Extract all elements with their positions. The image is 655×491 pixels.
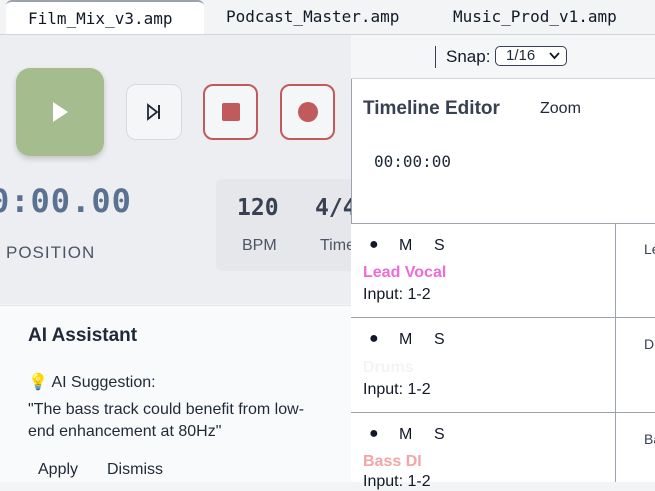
snap-label: Snap:: [446, 47, 491, 66]
timecode-display: 00:00:00: [374, 152, 452, 171]
apply-button[interactable]: Apply: [38, 461, 78, 479]
tab-film-mix[interactable]: Film_Mix_v3.amp: [6, 0, 204, 34]
snap-select-value: 1/16: [506, 47, 536, 64]
time-display: 0:00.00: [0, 182, 132, 220]
arm-button[interactable]: ●: [369, 330, 379, 348]
tab-label: Film_Mix_v3.amp: [28, 9, 173, 28]
track-lane-label: Ba: [644, 431, 655, 447]
solo-button[interactable]: S: [434, 331, 445, 349]
ai-suggestion-text-line1: "The bass track could benefit from low-: [28, 401, 305, 418]
track-name[interactable]: Drums: [363, 359, 414, 377]
bpm-value[interactable]: 120: [237, 195, 279, 221]
mute-button[interactable]: M: [399, 426, 412, 444]
track-input: Input: 1-2: [363, 473, 431, 490]
track-lane[interactable]: Le: [615, 223, 655, 318]
arm-button[interactable]: ●: [369, 425, 379, 443]
position-label: POSITION: [6, 243, 96, 262]
record-icon: [297, 102, 318, 122]
track-lane[interactable]: Ba: [615, 412, 655, 482]
mute-button[interactable]: M: [399, 237, 412, 255]
solo-button[interactable]: S: [434, 426, 445, 444]
bpm-label: BPM: [242, 237, 277, 254]
tab-label: Podcast_Master.amp: [226, 7, 400, 26]
skip-forward-icon: [147, 103, 160, 121]
tab-music-prod[interactable]: Music_Prod_v1.amp: [453, 0, 617, 34]
ai-suggestion-heading: 💡 AI Suggestion:: [28, 374, 156, 391]
tab-podcast-master[interactable]: Podcast_Master.amp: [226, 0, 399, 34]
track-lane-label: D: [644, 336, 655, 352]
zoom-control[interactable]: Zoom: [540, 100, 581, 118]
track-lane[interactable]: D: [615, 317, 655, 413]
solo-button[interactable]: S: [434, 237, 445, 255]
track-input: Input: 1-2: [363, 286, 431, 303]
play-icon: [53, 102, 68, 122]
track-row: [351, 412, 615, 482]
track-name[interactable]: Bass DI: [363, 453, 422, 471]
track-input: Input: 1-2: [363, 381, 431, 398]
tab-bar: Film_Mix_v3.amp Podcast_Master.amp Music…: [0, 0, 655, 35]
ai-suggestion-text-line2: end enhancement at 80Hz": [28, 423, 222, 440]
stop-icon: [221, 103, 240, 121]
time-signature-label: Time: [320, 237, 355, 254]
arm-button[interactable]: ●: [369, 236, 379, 254]
chevron-down-icon: [549, 52, 560, 60]
track-name[interactable]: Lead Vocal: [363, 264, 446, 282]
timeline-editor-title: Timeline Editor: [363, 98, 500, 119]
dismiss-button[interactable]: Dismiss: [107, 461, 163, 479]
toolbar-divider: [435, 46, 436, 68]
ai-assistant-title: AI Assistant: [28, 325, 138, 346]
tab-label: Music_Prod_v1.amp: [453, 7, 617, 26]
skip-forward-button[interactable]: [126, 84, 182, 140]
record-button[interactable]: [280, 84, 335, 140]
play-button[interactable]: [16, 68, 104, 156]
stop-button[interactable]: [203, 84, 258, 140]
snap-select[interactable]: 1/16: [495, 46, 567, 66]
track-lane-label: Le: [644, 241, 655, 257]
mute-button[interactable]: M: [399, 331, 412, 349]
